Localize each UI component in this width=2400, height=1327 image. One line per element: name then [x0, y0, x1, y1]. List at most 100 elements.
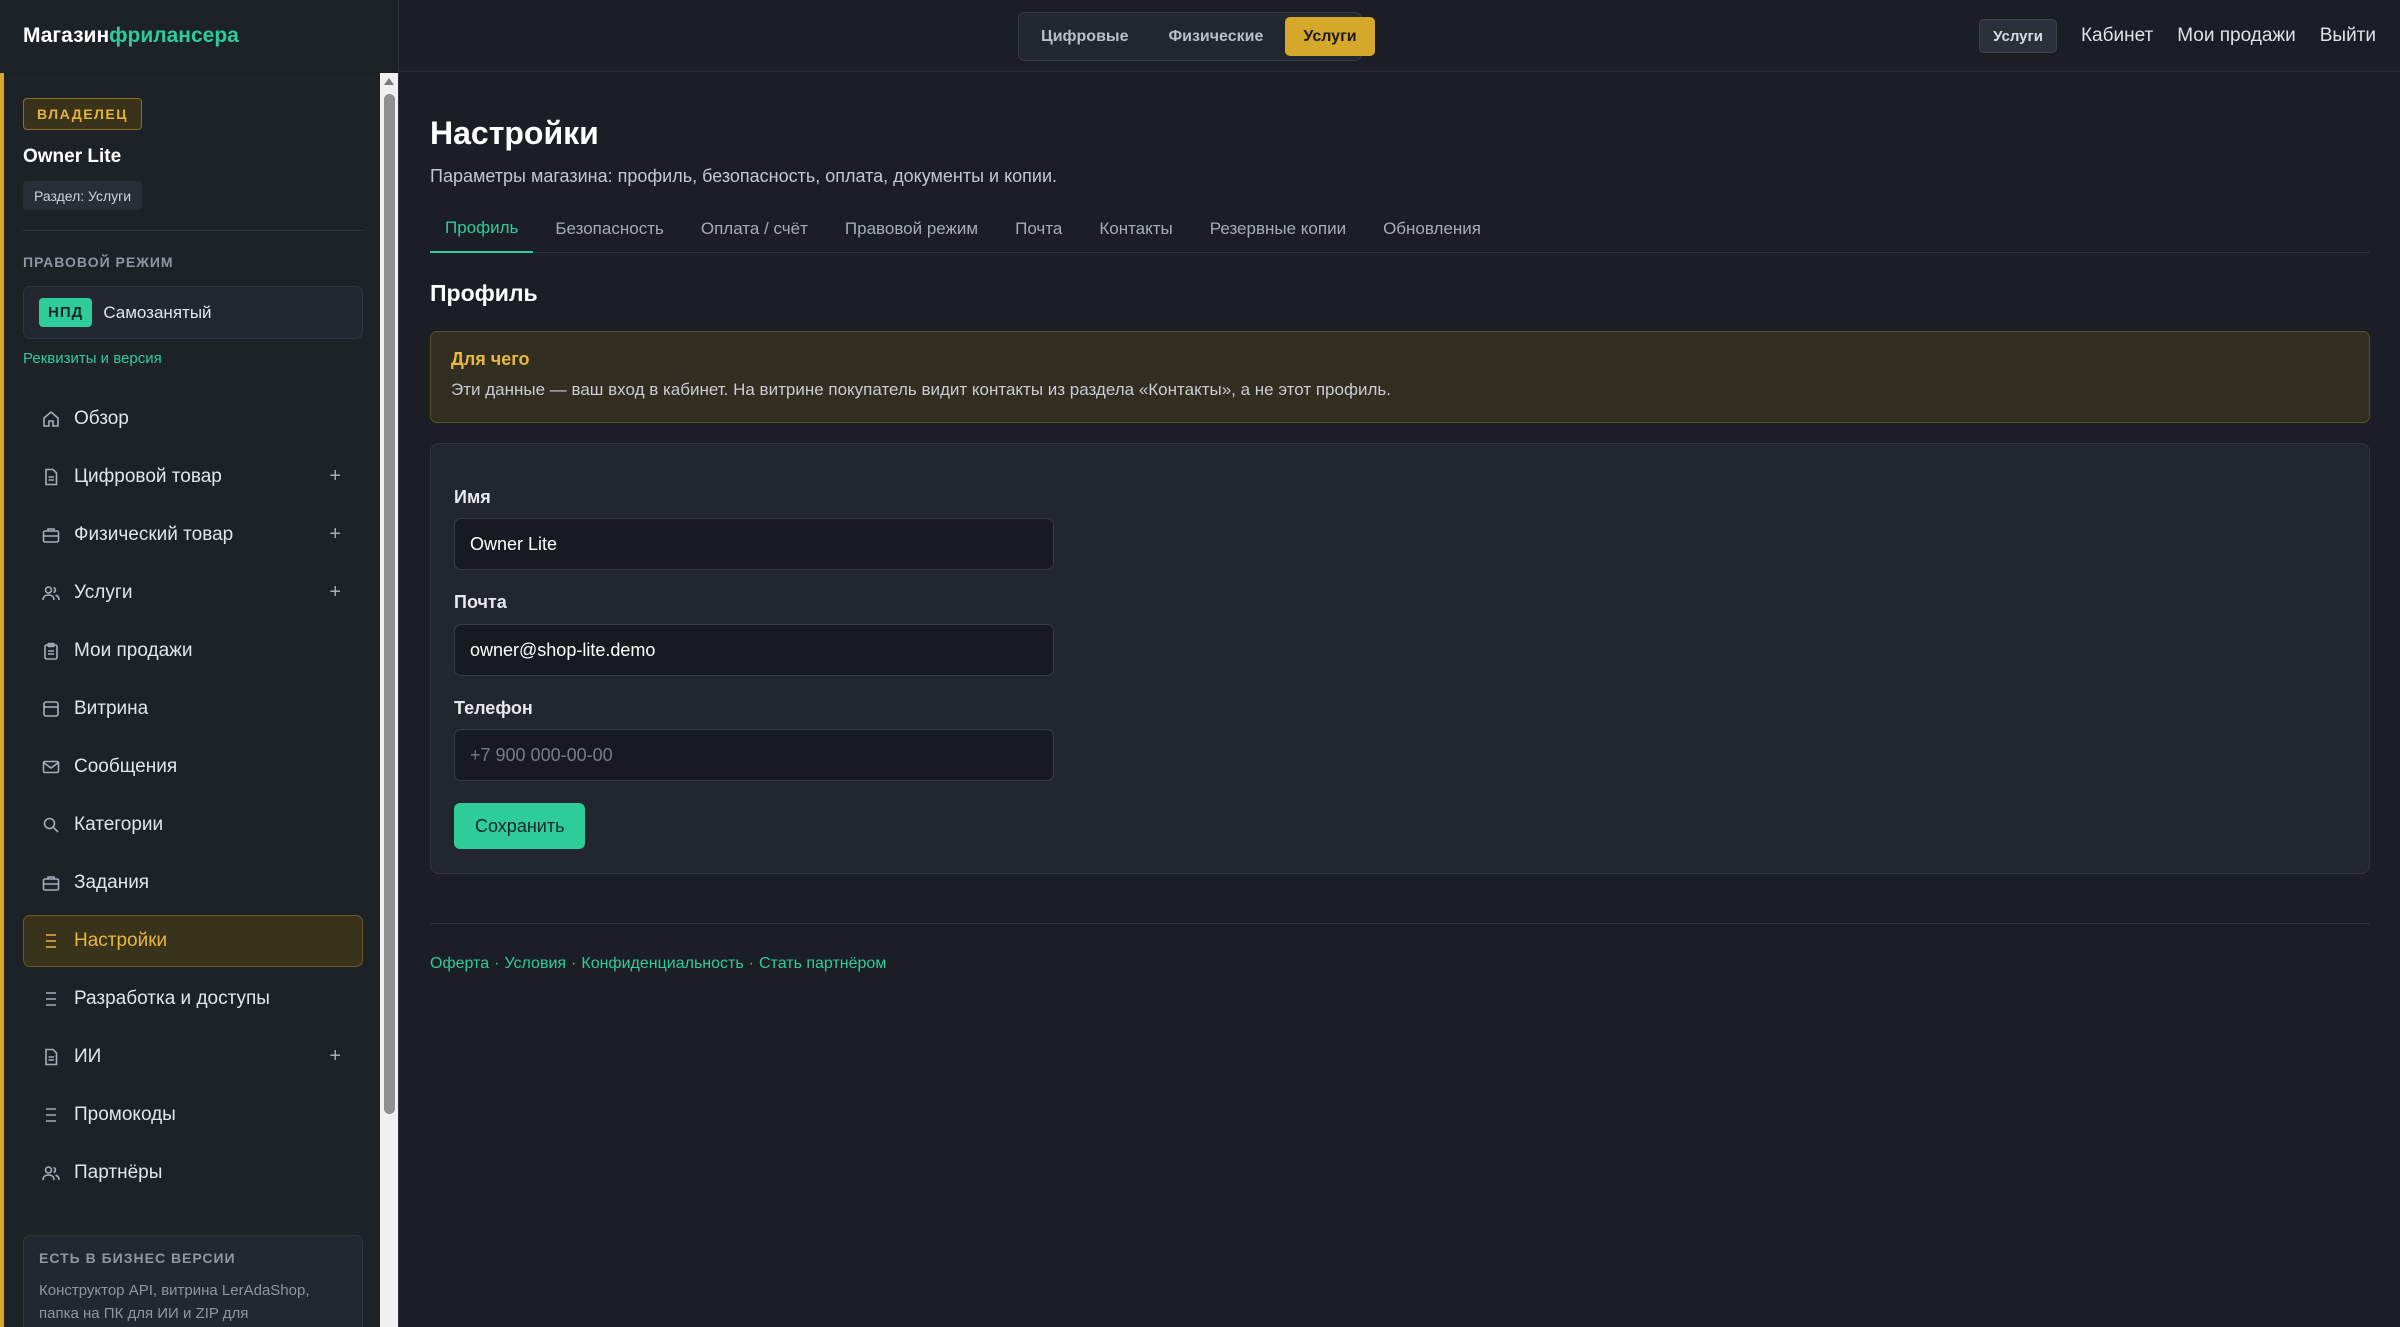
business-promo-text: Конструктор API, витрина LerAdaShop, пап… — [39, 1279, 347, 1325]
tab-security[interactable]: Безопасность — [540, 204, 678, 253]
footer-separator: · — [571, 955, 577, 972]
sidebar-item-digital-goods[interactable]: Цифровой товар + — [23, 451, 363, 503]
scroll-up-arrow-icon[interactable] — [384, 78, 394, 85]
sidebar-item-partners[interactable]: Партнёры — [23, 1147, 363, 1199]
save-button[interactable]: Сохранить — [454, 803, 586, 849]
list-icon — [42, 932, 60, 950]
terms-link[interactable]: Условия — [504, 955, 566, 972]
privacy-link[interactable]: Конфиденциальность — [581, 955, 743, 972]
notice-text: Эти данные — ваш вход в кабинет. На витр… — [451, 380, 1391, 399]
tab-updates[interactable]: Обновления — [1368, 204, 1496, 253]
legal-mode-box: НПД Самозанятый — [23, 286, 363, 339]
sidebar-item-messages[interactable]: Сообщения — [23, 741, 363, 793]
top-bar: Магазин фрилансера Цифровые Физические Ус… — [0, 0, 2400, 72]
sidebar-item-label: Витрина — [74, 698, 149, 719]
sidebar-item-label: Физический товар — [74, 524, 234, 545]
name-label: Имя — [454, 487, 491, 507]
phone-label: Телефон — [454, 698, 533, 718]
app: Магазин фрилансера Цифровые Физические Ус… — [0, 0, 2400, 1327]
sidebar-item-services[interactable]: Услуги + — [23, 567, 363, 619]
tab-legal-mode[interactable]: Правовой режим — [830, 204, 993, 253]
sidebar-item-label: ИИ — [74, 1046, 102, 1067]
sidebar-item-overview[interactable]: Обзор — [23, 393, 363, 445]
cabinet-link[interactable]: Кабинет — [2081, 25, 2153, 47]
info-notice: Для чего Эти данные — ваш вход в кабинет… — [430, 331, 2370, 423]
name-field[interactable] — [454, 518, 1054, 570]
sidebar: ВЛАДЕЛЕЦ Owner Lite Раздел: Услуги ПРАВО… — [0, 73, 380, 1327]
sidebar-item-label: Услуги — [74, 582, 133, 603]
brand-logo[interactable]: Магазин фрилансера — [0, 0, 399, 72]
sidebar-scrollbar[interactable] — [380, 73, 399, 1327]
business-version-promo: ЕСТЬ В БИЗНЕС ВЕРСИИ Конструктор API, ви… — [23, 1235, 363, 1327]
sidebar-item-tasks[interactable]: Задания — [23, 857, 363, 909]
add-ai-icon[interactable]: + — [329, 1045, 341, 1068]
sidebar-item-label: Мои продажи — [74, 640, 193, 661]
users-icon — [42, 584, 60, 602]
notice-title: Для чего — [451, 349, 530, 369]
sidebar-item-label: Цифровой товар — [74, 466, 222, 487]
list-icon — [42, 990, 60, 1008]
search-icon — [42, 816, 60, 834]
role-badge: ВЛАДЕЛЕЦ — [23, 98, 142, 130]
segment-services[interactable]: Услуги — [1285, 17, 1375, 56]
users-icon — [42, 1164, 60, 1182]
scrollbar-thumb[interactable] — [384, 94, 395, 1114]
add-digital-goods-icon[interactable]: + — [329, 465, 341, 488]
sidebar-item-label: Категории — [74, 814, 164, 835]
catalog-segment-switch: Цифровые Физические Услуги — [1018, 12, 1375, 61]
tab-contacts[interactable]: Контакты — [1084, 204, 1187, 253]
sidebar-item-ai[interactable]: ИИ + — [23, 1031, 363, 1083]
logout-link[interactable]: Выйти — [2320, 25, 2376, 47]
sidebar-item-physical-goods[interactable]: Физический товар + — [23, 509, 363, 561]
email-label: Почта — [454, 592, 507, 612]
add-physical-goods-icon[interactable]: + — [329, 523, 341, 546]
segment-digital[interactable]: Цифровые — [1023, 17, 1146, 56]
add-service-icon[interactable]: + — [329, 581, 341, 604]
sidebar-item-promocodes[interactable]: Промокоды — [23, 1089, 363, 1141]
briefcase-icon — [42, 874, 60, 892]
email-field[interactable] — [454, 624, 1054, 676]
document-icon — [42, 468, 60, 486]
page-title: Настройки — [430, 115, 599, 151]
tab-mail[interactable]: Почта — [1000, 204, 1077, 253]
clipboard-icon — [42, 642, 60, 660]
mail-icon — [42, 758, 60, 776]
requisites-link[interactable]: Реквизиты и версия — [23, 350, 162, 367]
sidebar-item-label: Промокоды — [74, 1104, 176, 1125]
sidebar-item-categories[interactable]: Категории — [23, 799, 363, 851]
sidebar-item-settings[interactable]: Настройки — [23, 915, 363, 967]
segment-physical[interactable]: Физические — [1150, 17, 1281, 56]
top-nav: Услуги Кабинет Мои продажи Выйти — [1979, 0, 2376, 72]
section-chip: Раздел: Услуги — [23, 181, 143, 210]
sidebar-item-label: Разработка и доступы — [74, 988, 270, 1009]
sidebar-item-dev-access[interactable]: Разработка и доступы — [23, 973, 363, 1025]
tab-profile[interactable]: Профиль — [430, 204, 534, 253]
legal-mode-value: Самозанятый — [103, 302, 212, 322]
settings-tabs: Профиль Безопасность Оплата / счёт Право… — [430, 204, 2370, 253]
my-sales-link[interactable]: Мои продажи — [2177, 25, 2295, 47]
phone-field[interactable] — [454, 729, 1054, 781]
sidebar-item-my-sales[interactable]: Мои продажи — [23, 625, 363, 677]
sidebar-divider — [23, 230, 363, 231]
business-promo-line-1: Конструктор API, витрина LerAdaShop, — [39, 1282, 310, 1299]
sidebar-item-storefront[interactable]: Витрина — [23, 683, 363, 735]
current-section-chip[interactable]: Услуги — [1979, 19, 2057, 53]
tab-backups[interactable]: Резервные копии — [1195, 204, 1361, 253]
document-icon — [42, 1048, 60, 1066]
storefront-icon — [42, 700, 60, 718]
sidebar-item-label: Сообщения — [74, 756, 178, 777]
sidebar-item-label: Партнёры — [74, 1162, 163, 1183]
legal-mode-heading: ПРАВОВОЙ РЕЖИМ — [23, 254, 174, 270]
list-icon — [42, 1106, 60, 1124]
page-subtitle: Параметры магазина: профиль, безопасност… — [430, 166, 1058, 186]
tab-payment[interactable]: Оплата / счёт — [686, 204, 823, 253]
brand-text-main: Магазин — [23, 24, 110, 47]
offer-link[interactable]: Оферта — [430, 955, 489, 972]
briefcase-icon — [42, 526, 60, 544]
sidebar-item-label: Обзор — [74, 408, 129, 429]
become-partner-link[interactable]: Стать партнёром — [759, 955, 886, 972]
footer-divider — [430, 923, 2370, 924]
footer-links: Оферта · Условия · Конфиденциальность · Стать … — [430, 955, 886, 973]
section-title: Профиль — [430, 280, 538, 306]
sidebar-nav: Обзор Цифровой товар + Физический товар … — [23, 393, 363, 1205]
